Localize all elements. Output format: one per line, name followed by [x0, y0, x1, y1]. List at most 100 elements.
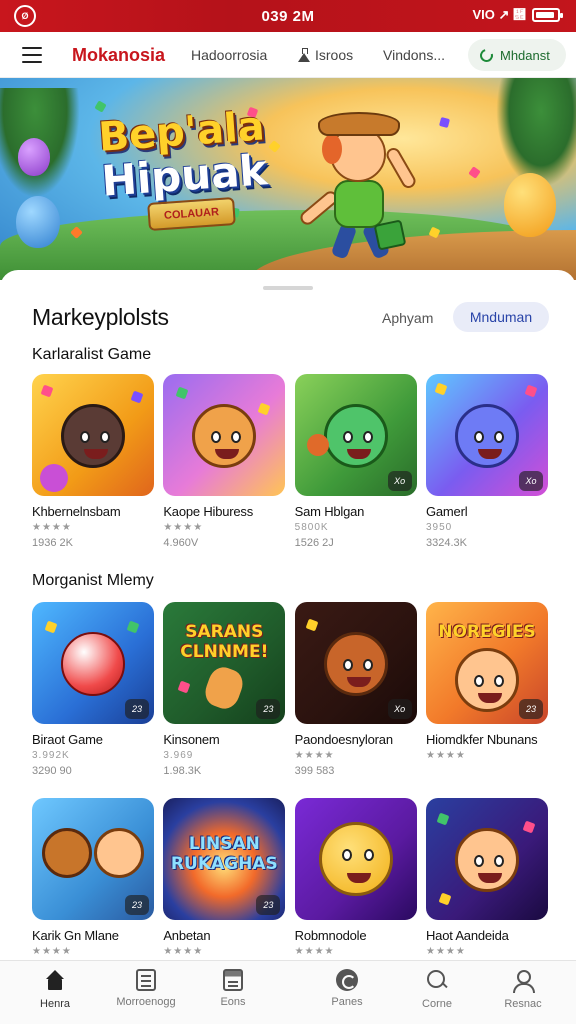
home-icon [43, 969, 67, 993]
game-thumbnail [163, 374, 286, 496]
game-rating: 3.992K [32, 750, 70, 761]
game-tile[interactable]: SARANS CLNNME! 23 Kinsonem 3.969 1.98.3K [163, 602, 286, 779]
game-title: Kaope Hiburess [163, 504, 254, 519]
game-rating: 5800K [294, 522, 329, 533]
card-icon [223, 969, 243, 991]
tab-home[interactable]: Henra [10, 969, 100, 1010]
action-pill-button[interactable]: Mhdanst [468, 39, 566, 71]
nav-link-2-label: Isroos [315, 47, 354, 63]
game-tile[interactable]: Kaope Hiburess ★★★★ 4.960V [163, 374, 286, 551]
confetti [268, 140, 281, 153]
game-title: Hiomdkfer Nbunans [425, 732, 538, 747]
hero-title-line2: Hipuak [99, 145, 269, 206]
tab-6[interactable]: Resnac [478, 969, 568, 1010]
game-thumbnail [32, 374, 154, 496]
game-tile[interactable]: Xo Paondoesnyloran ★★★★ 399 583 [294, 602, 417, 779]
sheet-grabber[interactable] [263, 286, 313, 290]
game-tile[interactable]: Xo Sam Hblgan 5800K 1526 2J [294, 374, 417, 551]
game-badge: Xo [387, 699, 412, 719]
game-thumbnail [425, 798, 548, 920]
tab-label: Resnac [504, 998, 542, 1010]
game-title: Haot Aandeida [425, 928, 509, 943]
game-rating: ★★★★ [294, 750, 335, 761]
tab-4[interactable]: Panes [302, 969, 392, 1008]
game-thumbnail: SARANS CLNNME! 23 [163, 602, 286, 724]
game-rating: ★★★★ [163, 946, 204, 957]
game-thumbnail: NOREGIES 23 [425, 602, 548, 724]
game-title: Khbernelnsbam [32, 504, 121, 519]
segment-inactive[interactable]: Aphyam [382, 310, 433, 326]
game-rating: ★★★★ [425, 750, 466, 761]
game-meta: 4.960V [163, 537, 199, 549]
game-badge: 23 [256, 699, 281, 719]
game-title: Sam Hblgan [294, 504, 365, 519]
game-meta: 1526 2J [294, 537, 334, 549]
section-title: Karlaralist Game [32, 346, 152, 363]
game-tile[interactable]: Robmnodole ★★★★ [294, 798, 417, 975]
game-rating: 3950 [425, 522, 453, 533]
game-tile[interactable]: 23 Biraot Game 3.992K 3290 90 [32, 602, 154, 779]
game-rating: ★★★★ [294, 946, 335, 957]
game-meta: 1936 2K [32, 537, 73, 549]
game-title: Biraot Game [32, 732, 103, 747]
balloon-yellow [504, 173, 556, 237]
game-tile[interactable]: 23 Karik Gn Mlane ★★★★ [32, 798, 154, 975]
hero-title: Bep'ala Hipuak [97, 103, 269, 206]
game-tile[interactable]: LINSAN RUKAGHAS 23 Anbetan ★★★★ [163, 798, 286, 975]
game-thumbnail-title: LINSAN RUKAGHAS [170, 834, 278, 874]
game-meta: 3290 90 [32, 765, 72, 777]
battery-icon [532, 8, 563, 22]
game-tile[interactable]: Haot Aandeida ★★★★ [425, 798, 548, 975]
status-indicators: VIO ↗ ὞ [472, 7, 563, 23]
game-thumbnail: Xo [294, 602, 417, 724]
game-rating: ★★★★ [32, 946, 72, 957]
nav-link-3[interactable]: Vindons... [383, 47, 445, 63]
game-title: Karik Gn Mlane [32, 928, 119, 943]
game-tile[interactable]: NOREGIES 23 Hiomdkfer Nbunans ★★★★ [425, 602, 548, 779]
game-rating: ★★★★ [32, 522, 72, 533]
game-icon [336, 969, 358, 991]
tab-label: Panes [331, 996, 363, 1008]
tab-label: Corne [422, 998, 452, 1010]
menu-icon[interactable] [22, 47, 42, 63]
tab-5[interactable]: Corne [392, 969, 482, 1010]
game-title: Anbetan [163, 928, 211, 943]
segment-active[interactable]: Mnduman [453, 302, 549, 332]
signal-indicators: VIO ↗ ὞ [472, 7, 526, 22]
game-title: Paondoesnyloran [294, 732, 393, 747]
tab-2[interactable]: Morroenogg [101, 969, 191, 1008]
game-row: 23 Biraot Game 3.992K 3290 90 SARANS CLN… [32, 602, 548, 779]
game-title: Kinsonem [163, 732, 220, 747]
nav-link-2[interactable]: Isroos [298, 47, 353, 63]
brand-title[interactable]: Mokanosia [72, 45, 165, 66]
game-thumbnail: Xo [294, 374, 417, 496]
top-navigation: Mokanosia Hadoorrosia Isroos Vindons... … [0, 32, 576, 78]
hero-banner[interactable]: Bep'ala Hipuak COLAUAR [0, 78, 576, 280]
game-tile[interactable]: Xo Gamerl 3950 3324.3K [425, 374, 548, 551]
search-icon [425, 969, 449, 993]
confetti [438, 116, 451, 129]
game-title: Gamerl [425, 504, 468, 519]
game-meta: 3324.3K [425, 537, 467, 549]
game-badge: 23 [518, 699, 543, 719]
status-bar: Ø 039 2M VIO ↗ ὞ [0, 0, 576, 32]
game-badge: 23 [256, 895, 281, 915]
game-badge: 23 [125, 699, 149, 719]
tab-3[interactable]: Eons [188, 969, 278, 1008]
document-icon [136, 969, 156, 991]
balloon-purple [18, 138, 50, 176]
game-row: Khbernelnsbam ★★★★ 1936 2K Kaope Hibures… [32, 374, 548, 551]
game-meta: 1.98.3K [163, 765, 202, 777]
game-thumbnail: 23 [32, 602, 154, 724]
confetti [468, 166, 481, 179]
game-badge: 23 [125, 895, 149, 915]
palm-tree-right [496, 78, 576, 188]
tab-label: Eons [220, 996, 246, 1008]
game-badge: Xo [387, 471, 412, 491]
sheet-title: Markeyplolsts [32, 304, 169, 330]
balloon-blue [16, 196, 60, 248]
game-meta [426, 765, 548, 779]
game-tile[interactable]: Khbernelnsbam ★★★★ 1936 2K [32, 374, 154, 551]
flask-icon [298, 48, 310, 62]
nav-link-1[interactable]: Hadoorrosia [191, 47, 267, 63]
